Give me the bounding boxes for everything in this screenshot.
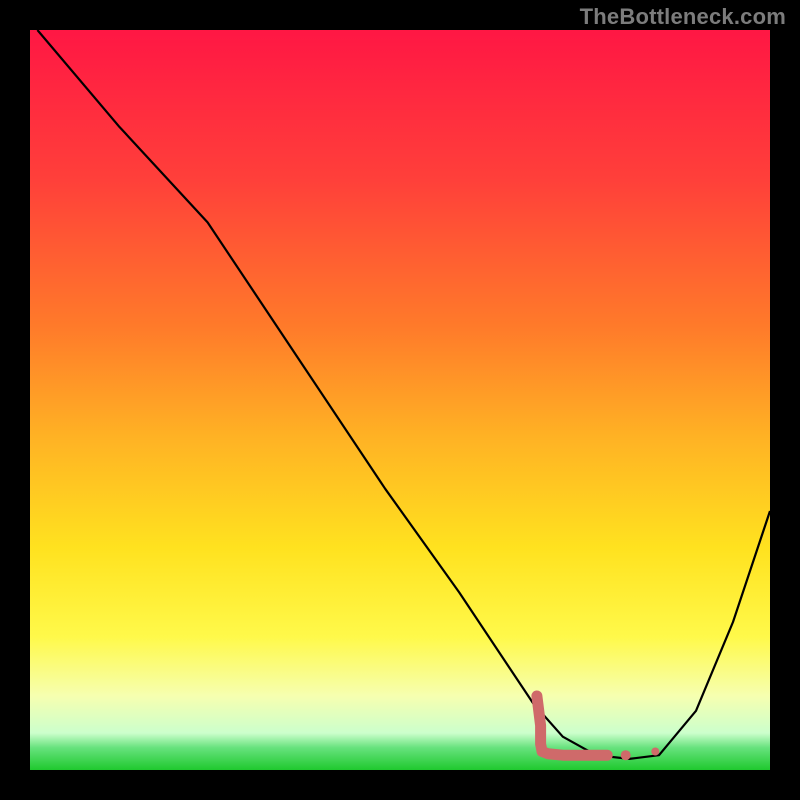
optimal-dot-2 xyxy=(651,748,659,756)
plot-area xyxy=(30,30,770,770)
gradient-background xyxy=(30,30,770,770)
optimal-dot-1 xyxy=(621,750,631,760)
chart-svg xyxy=(30,30,770,770)
watermark-text: TheBottleneck.com xyxy=(580,4,786,30)
chart-frame: TheBottleneck.com xyxy=(0,0,800,800)
